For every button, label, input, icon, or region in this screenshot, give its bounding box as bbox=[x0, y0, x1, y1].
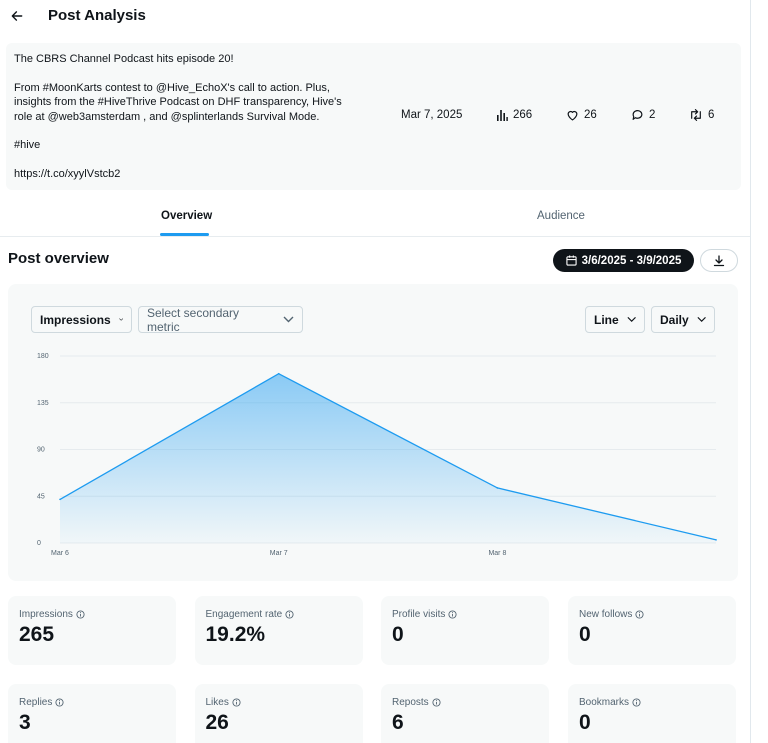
y-tick-label: 45 bbox=[37, 493, 45, 500]
stat-label-row: New follows bbox=[579, 609, 644, 620]
speech-bubble-icon bbox=[632, 110, 643, 120]
y-tick-label: 90 bbox=[37, 447, 45, 454]
stat-label: Profile visits bbox=[392, 609, 446, 620]
impressions-chart: 0 45 90 135 180 Mar 6 Mar 7 Mar 8 bbox=[37, 353, 717, 557]
likes-count: 26 bbox=[584, 109, 597, 121]
chart-card: Impressions Select secondary metric Line… bbox=[8, 284, 738, 581]
info-icon[interactable] bbox=[632, 698, 641, 707]
stat-label: New follows bbox=[579, 609, 633, 620]
post-metrics: Mar 7, 2025 266 26 2 6 bbox=[396, 109, 726, 125]
data-point[interactable] bbox=[59, 498, 61, 501]
stat-label: Bookmarks bbox=[579, 697, 630, 708]
calendar-icon bbox=[565, 255, 577, 266]
info-icon[interactable] bbox=[232, 698, 241, 707]
data-point[interactable] bbox=[715, 539, 717, 541]
y-tick-label: 135 bbox=[37, 400, 49, 407]
y-tick-label: 0 bbox=[37, 540, 41, 547]
impressions-area bbox=[60, 373, 717, 543]
bar-chart-icon bbox=[497, 110, 508, 121]
date-range-label: 3/6/2025 - 3/9/2025 bbox=[581, 254, 682, 267]
stat-value: 26 bbox=[205, 711, 229, 734]
info-icon[interactable] bbox=[448, 610, 457, 619]
stat-card-new-follows: New follows 0 bbox=[568, 596, 736, 665]
stat-card-likes: Likes 26 bbox=[194, 684, 363, 743]
info-icon[interactable] bbox=[635, 610, 644, 619]
download-icon bbox=[713, 254, 725, 266]
y-tick-label: 180 bbox=[37, 353, 49, 360]
replies-metric: 2 bbox=[631, 109, 655, 121]
stat-label-row: Likes bbox=[206, 697, 241, 708]
reposts-count: 6 bbox=[708, 109, 715, 121]
info-icon[interactable] bbox=[55, 698, 64, 707]
stat-value: 0 bbox=[579, 623, 591, 646]
stat-card-engagement-rate: Engagement rate 19.2% bbox=[194, 596, 363, 665]
stat-label-row: Engagement rate bbox=[206, 609, 295, 620]
stat-value: 19.2% bbox=[205, 623, 266, 646]
x-tick-label: Mar 7 bbox=[270, 550, 288, 557]
post-text: The CBRS Channel Podcast hits episode 20… bbox=[14, 53, 342, 181]
post-analysis-page: Post Analysis The CBRS Channel Podcast h… bbox=[0, 0, 750, 743]
stat-value: 265 bbox=[19, 623, 55, 646]
stat-label: Impressions bbox=[19, 609, 73, 620]
views-metric: 266 bbox=[496, 109, 532, 121]
tab-audience[interactable]: Audience bbox=[537, 210, 585, 222]
stat-card-profile-visits: Profile visits 0 bbox=[381, 596, 549, 665]
back-button[interactable] bbox=[6, 5, 28, 27]
active-tab-indicator bbox=[160, 233, 209, 236]
likes-metric: 26 bbox=[566, 109, 597, 121]
repost-icon bbox=[691, 109, 701, 121]
replies-count: 2 bbox=[649, 109, 656, 121]
post-date: Mar 7, 2025 bbox=[401, 109, 463, 121]
stat-label: Likes bbox=[205, 697, 229, 708]
heart-icon bbox=[567, 110, 578, 121]
reposts-metric: 6 bbox=[689, 109, 714, 121]
tab-bar: Overview Audience bbox=[0, 200, 750, 237]
section-title: Post overview bbox=[8, 250, 109, 267]
post-date-item: Mar 7, 2025 bbox=[401, 109, 462, 121]
download-button[interactable] bbox=[700, 249, 738, 272]
date-range-button[interactable]: 3/6/2025 - 3/9/2025 bbox=[553, 249, 694, 272]
stat-value: 3 bbox=[19, 711, 31, 734]
info-icon[interactable] bbox=[76, 610, 85, 619]
x-tick-label: Mar 8 bbox=[488, 550, 506, 557]
stat-value: 0 bbox=[579, 711, 591, 734]
stat-label-row: Profile visits bbox=[392, 609, 457, 620]
views-count: 266 bbox=[513, 109, 533, 121]
stat-label-row: Impressions bbox=[19, 609, 85, 620]
stat-label: Reposts bbox=[392, 697, 429, 708]
stat-label: Replies bbox=[19, 697, 53, 708]
stat-card-reposts: Reposts 6 bbox=[381, 684, 549, 743]
stat-label-row: Bookmarks bbox=[579, 697, 641, 708]
stat-label-row: Replies bbox=[19, 697, 64, 708]
tab-overview[interactable]: Overview bbox=[161, 210, 212, 222]
post-preview[interactable]: The CBRS Channel Podcast hits episode 20… bbox=[6, 43, 741, 190]
x-tick-label: Mar 6 bbox=[51, 550, 69, 557]
stat-value: 0 bbox=[392, 623, 404, 646]
panel-divider bbox=[750, 0, 751, 743]
data-point[interactable] bbox=[496, 487, 499, 489]
stat-label: Engagement rate bbox=[205, 609, 283, 620]
stat-label-row: Reposts bbox=[392, 697, 441, 708]
data-point[interactable] bbox=[277, 372, 280, 375]
info-icon[interactable] bbox=[285, 610, 294, 619]
info-icon[interactable] bbox=[432, 698, 441, 707]
stat-card-bookmarks: Bookmarks 0 bbox=[568, 684, 736, 743]
page-header: Post Analysis bbox=[0, 0, 750, 34]
arrow-left-icon bbox=[11, 11, 23, 21]
stat-card-replies: Replies 3 bbox=[8, 684, 176, 743]
stat-value: 6 bbox=[392, 711, 404, 734]
stat-card-impressions: Impressions 265 bbox=[8, 596, 176, 665]
page-title: Post Analysis bbox=[48, 7, 146, 24]
